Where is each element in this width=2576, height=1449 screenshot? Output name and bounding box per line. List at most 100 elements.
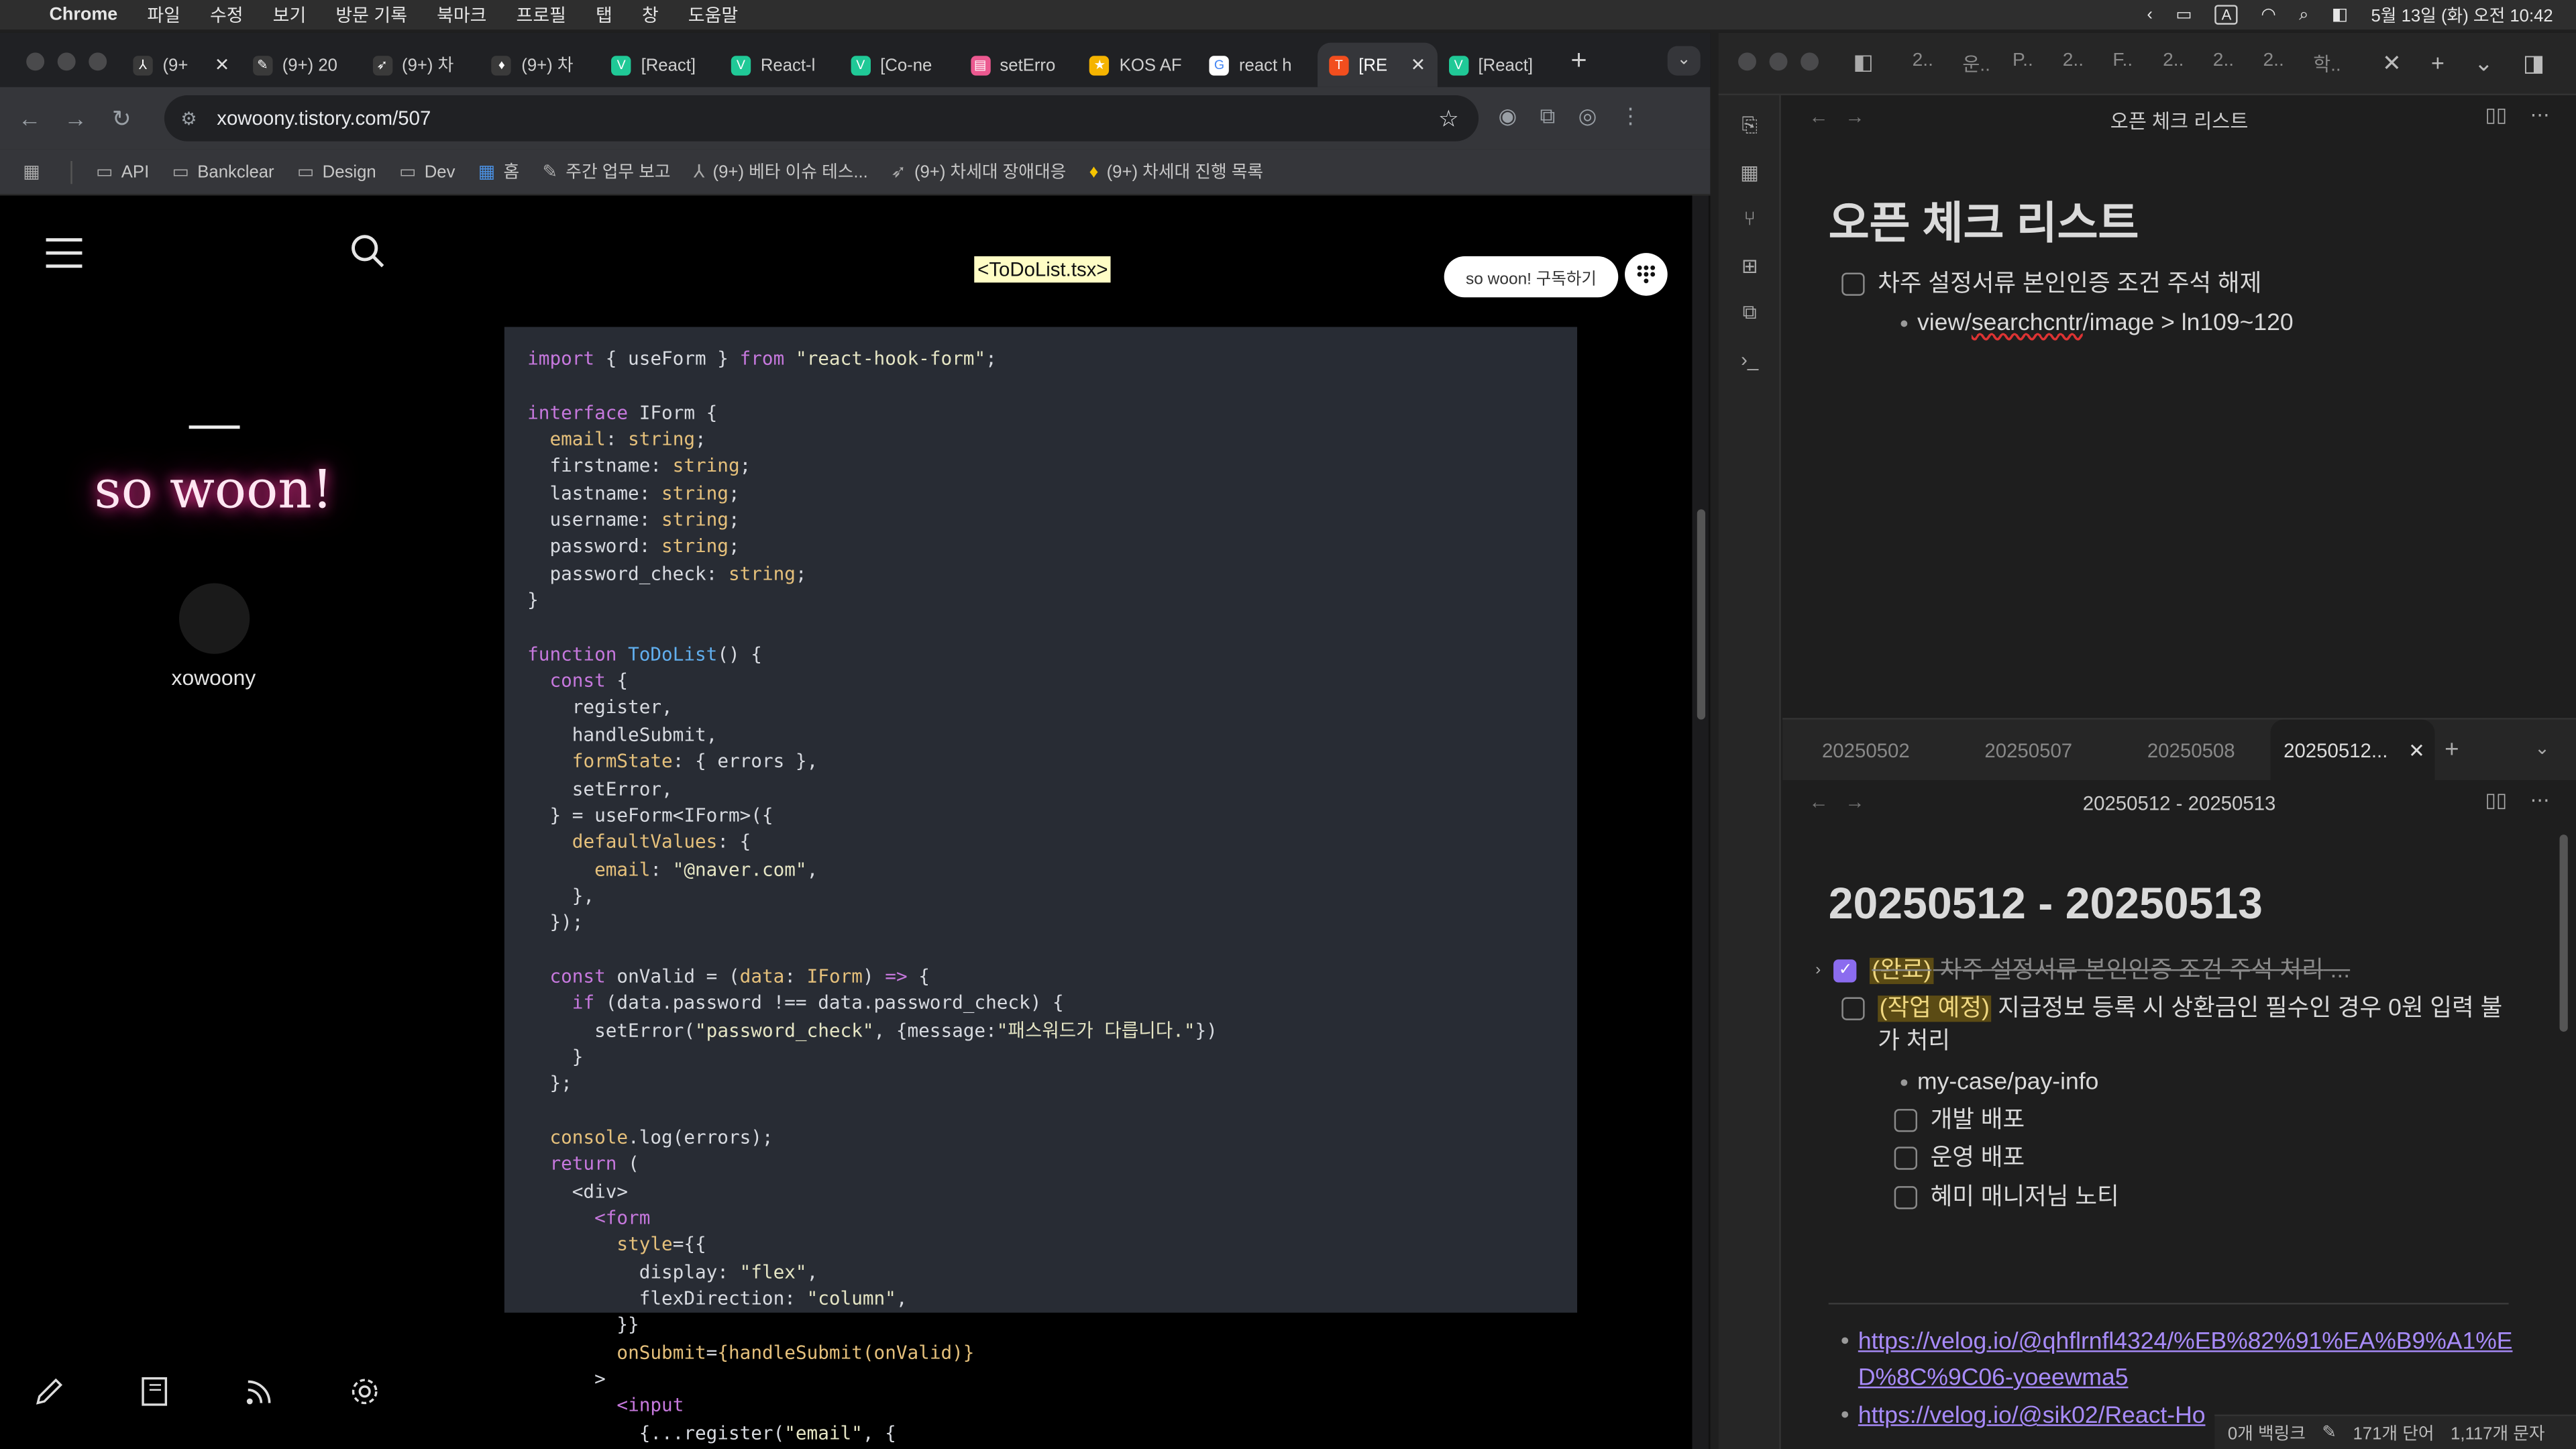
- address-bar[interactable]: ⚙ xowoony.tistory.com/507 ☆: [164, 95, 1479, 142]
- book-icon[interactable]: [138, 1375, 171, 1408]
- obsidian-tab[interactable]: 2..: [2063, 51, 2113, 77]
- tab-search-button[interactable]: ⌄: [1667, 46, 1701, 76]
- task-text[interactable]: 혜미 매니저님 노티: [1931, 1181, 2119, 1214]
- browser-tab[interactable]: ⅄ (9+ ✕: [121, 43, 241, 87]
- chevron-left-icon[interactable]: ‹: [2147, 5, 2153, 24]
- minimize-window-button[interactable]: [57, 52, 76, 71]
- browser-tab[interactable]: ★ KOS AF: [1078, 43, 1197, 87]
- task-text[interactable]: 차주 설정서류 본인인증 조건 주석 해제: [1878, 268, 2261, 301]
- task-checkbox[interactable]: [1841, 272, 1865, 296]
- bookmark-incident[interactable]: ➶ (9+) 차세대 장애대응: [891, 160, 1066, 184]
- bookmark-design[interactable]: ▭ Design: [297, 161, 376, 182]
- url-text[interactable]: xowoony.tistory.com/507: [217, 107, 431, 129]
- app-grid-icon[interactable]: [1625, 253, 1668, 296]
- close-tab-icon[interactable]: ✕: [2408, 718, 2425, 781]
- extensions-icon[interactable]: ⧉: [1540, 103, 1556, 129]
- right-sidebar-icon[interactable]: ◨: [2523, 49, 2544, 77]
- external-link[interactable]: https://velog.io/@qhflrnfl4324/%EB%82%91…: [1858, 1324, 2516, 1397]
- browser-tab[interactable]: ➶ (9+) 차: [361, 43, 480, 87]
- browser-tab[interactable]: V [React]: [1437, 43, 1556, 87]
- apps-grid-icon[interactable]: ▦: [23, 161, 48, 182]
- edit-mode-icon[interactable]: ✎: [2322, 1423, 2337, 1442]
- close-tab-icon[interactable]: ✕: [215, 54, 230, 75]
- obsidian-tab[interactable]: P..: [2012, 51, 2063, 77]
- menu-view[interactable]: 보기: [273, 1, 307, 28]
- minimize-window-button[interactable]: [1769, 52, 1788, 71]
- browser-tab[interactable]: ▤ setErro: [959, 43, 1078, 87]
- task-checkbox[interactable]: [1894, 1146, 1917, 1170]
- menu-file[interactable]: 파일: [147, 1, 180, 28]
- browser-tab[interactable]: V React-l: [720, 43, 839, 87]
- browser-tab[interactable]: ♦ (9+) 차: [480, 43, 600, 87]
- bookmark-bankclear[interactable]: ▭ Bankclear: [172, 161, 274, 182]
- subscribe-button[interactable]: so woon! 구독하기: [1444, 256, 1619, 298]
- hamburger-menu-icon[interactable]: [46, 238, 83, 278]
- pane-title[interactable]: 오픈 체크 리스트: [1782, 107, 2576, 135]
- menu-history[interactable]: 방문 기록: [335, 1, 407, 28]
- sidebar-toggle-icon[interactable]: ◧: [1853, 49, 1873, 75]
- browser-tab[interactable]: V [React]: [600, 43, 719, 87]
- battery-icon[interactable]: ▭: [2176, 5, 2192, 24]
- sub-item-text[interactable]: view/searchcntr/image > ln109~120: [1917, 307, 2294, 340]
- reading-view-icon[interactable]: ▯▯: [2485, 103, 2507, 126]
- pane-title[interactable]: 20250512 - 20250513: [1782, 792, 2576, 814]
- graph-view-icon[interactable]: ⑂: [1719, 195, 1781, 242]
- obsidian-tab[interactable]: 2..: [1913, 51, 1963, 77]
- wifi-icon[interactable]: ◠: [2261, 5, 2275, 24]
- blog-username[interactable]: xowoony: [49, 665, 378, 690]
- more-options-icon[interactable]: ⋯: [2530, 103, 2549, 126]
- zoom-window-button[interactable]: [1801, 52, 1819, 71]
- avatar[interactable]: [178, 583, 250, 654]
- input-source-indicator[interactable]: A: [2214, 5, 2239, 25]
- menubar-clock[interactable]: 5월 13일 (화) 오전 10:42: [2371, 3, 2553, 28]
- site-info-icon[interactable]: ⚙: [180, 107, 203, 129]
- profile-icon[interactable]: ◎: [1578, 103, 1597, 129]
- browser-tab[interactable]: V [Co-ne: [839, 43, 959, 87]
- settings-gear-icon[interactable]: [348, 1375, 381, 1408]
- blog-title[interactable]: so woon!: [49, 458, 378, 521]
- task-checkbox[interactable]: [1841, 997, 1865, 1020]
- more-menu-icon[interactable]: ⋮: [1620, 103, 1642, 129]
- bookmark-home[interactable]: ▦ 홈: [478, 160, 519, 184]
- tab-list-chevron-icon[interactable]: ⌄: [2534, 738, 2550, 759]
- zoom-window-button[interactable]: [89, 52, 107, 71]
- menu-profiles[interactable]: 프로필: [517, 1, 566, 28]
- add-tab-icon[interactable]: +: [2445, 736, 2459, 764]
- new-tab-button[interactable]: +: [1562, 44, 1595, 77]
- collapse-chevron-icon[interactable]: ›: [1815, 955, 1821, 987]
- menu-bookmarks[interactable]: 북마크: [437, 1, 486, 28]
- menu-help[interactable]: 도움말: [688, 1, 738, 28]
- tab-20250507[interactable]: 20250507: [1945, 718, 2108, 781]
- close-icon[interactable]: ✕: [2382, 49, 2402, 77]
- note-scrollbar[interactable]: [2559, 835, 2568, 1032]
- task-checkbox[interactable]: [1894, 1109, 1917, 1132]
- rss-icon[interactable]: [243, 1375, 276, 1408]
- bookmark-weekly-report[interactable]: ✎ 주간 업무 보고: [542, 160, 670, 184]
- backlinks-count[interactable]: 0개 백링크: [2228, 1420, 2306, 1445]
- obsidian-tab[interactable]: F..: [2112, 51, 2163, 77]
- menu-window[interactable]: 창: [642, 1, 659, 28]
- menu-edit[interactable]: 수정: [210, 1, 244, 28]
- menu-app-name[interactable]: Chrome: [49, 5, 117, 24]
- tab-20250512[interactable]: 20250512... ✕: [2270, 718, 2435, 782]
- page-scrollbar[interactable]: [1697, 509, 1706, 720]
- forward-icon[interactable]: →: [52, 105, 99, 131]
- obsidian-tab[interactable]: 2..: [2163, 51, 2213, 77]
- bookmark-progress-list[interactable]: ♦ (9+) 차세대 진행 목록: [1089, 160, 1264, 184]
- sub-item-text[interactable]: my-case/pay-info: [1917, 1066, 2098, 1099]
- browser-tab[interactable]: Greact h: [1198, 43, 1318, 87]
- task-text[interactable]: 개발 배포: [1931, 1104, 2025, 1137]
- tab-20250508[interactable]: 20250508: [2108, 718, 2270, 781]
- external-link[interactable]: https://velog.io/@sik02/React-Ho: [1858, 1398, 2206, 1434]
- bookmark-beta-issue[interactable]: ⅄ (9+) 베타 이슈 테스...: [694, 160, 868, 184]
- camera-icon[interactable]: ◉: [1498, 103, 1517, 129]
- chevron-down-icon[interactable]: ⌄: [2474, 49, 2493, 77]
- templates-icon[interactable]: ⧉: [1719, 289, 1781, 336]
- browser-tab[interactable]: T [RE ✕: [1318, 42, 1438, 87]
- obsidian-tab[interactable]: 2..: [2263, 51, 2313, 77]
- task-checkbox-checked[interactable]: ✓: [1833, 959, 1858, 983]
- browser-tab[interactable]: ✎ (9+) 20: [241, 43, 361, 87]
- control-center-icon[interactable]: ◧: [2332, 5, 2348, 24]
- task-text[interactable]: (작업 예정) 지급정보 등록 시 상환금인 필수인 경우 0원 입력 불가 처…: [1878, 992, 2515, 1058]
- close-window-button[interactable]: [26, 52, 45, 71]
